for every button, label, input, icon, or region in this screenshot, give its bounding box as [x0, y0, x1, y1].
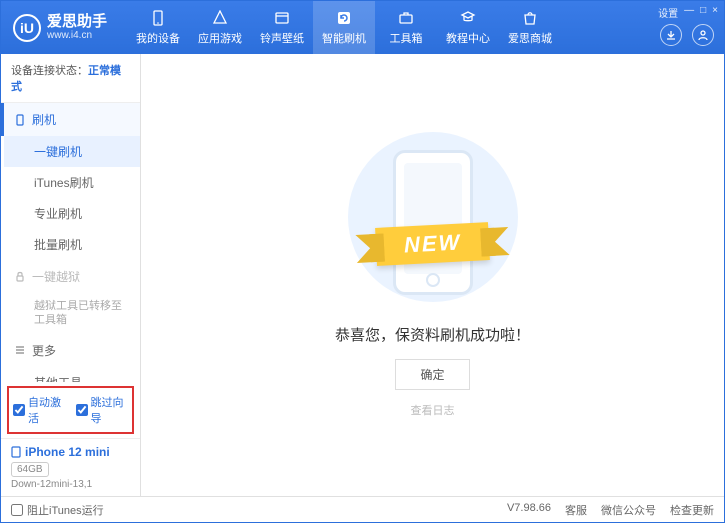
flash-icon	[335, 9, 353, 27]
section-more-title[interactable]: 更多	[4, 334, 140, 367]
section-jailbreak-title[interactable]: 一键越狱	[4, 260, 140, 293]
auto-activate-checkbox[interactable]	[13, 404, 25, 416]
maximize-button[interactable]: □	[700, 5, 706, 20]
view-log-link[interactable]: 查看日志	[411, 402, 455, 418]
footer: 阻止iTunes运行 V7.98.66 客服 微信公众号 检查更新	[1, 496, 724, 522]
nav-ringtone[interactable]: 铃声壁纸	[251, 1, 313, 54]
device-icon	[149, 9, 167, 27]
device-sub: Down-12mini-13,1	[11, 479, 130, 490]
device-name: iPhone 12 mini	[11, 445, 130, 459]
skip-guide-check[interactable]: 跳过向导	[76, 394, 129, 426]
skip-guide-label: 跳过向导	[91, 394, 129, 426]
menu-icon	[14, 344, 26, 356]
sidebar: 设备连接状态：正常模式 刷机 一键刷机 iTunes刷机 专业刷机 批量刷机	[1, 54, 141, 496]
sidebar-scroll: 刷机 一键刷机 iTunes刷机 专业刷机 批量刷机 一键越狱 越狱工具已转移至…	[1, 103, 140, 382]
update-link[interactable]: 检查更新	[670, 502, 714, 518]
device-name-text: iPhone 12 mini	[25, 445, 110, 459]
nav-apps[interactable]: 应用游戏	[189, 1, 251, 54]
window-controls: 设置 — □ ×	[658, 5, 718, 20]
section-more: 更多 其他工具 下载固件 高级功能	[1, 334, 140, 382]
connection-status: 设备连接状态：正常模式	[1, 54, 140, 103]
skip-guide-checkbox[interactable]	[76, 404, 88, 416]
sidebar-item-other[interactable]: 其他工具	[4, 367, 140, 382]
footer-right: V7.98.66 客服 微信公众号 检查更新	[507, 502, 714, 518]
nav-tutorial[interactable]: 教程中心	[437, 1, 499, 54]
tutorial-icon	[459, 9, 477, 27]
apps-icon	[211, 9, 229, 27]
version-text: V7.98.66	[507, 502, 551, 518]
auto-activate-label: 自动激活	[28, 394, 66, 426]
top-nav: 我的设备 应用游戏 铃声壁纸 智能刷机 工具箱 教程中心	[127, 1, 561, 54]
sidebar-item-itunes[interactable]: iTunes刷机	[4, 167, 140, 198]
brand-name: 爱思助手	[47, 14, 107, 31]
logo-icon: iU	[13, 14, 41, 42]
nav-my-device[interactable]: 我的设备	[127, 1, 189, 54]
minimize-button[interactable]: —	[684, 5, 694, 20]
sidebar-item-pro[interactable]: 专业刷机	[4, 198, 140, 229]
download-button[interactable]	[660, 24, 682, 46]
wechat-link[interactable]: 微信公众号	[601, 502, 656, 518]
success-illustration: NEW	[333, 132, 533, 302]
store-icon	[521, 9, 539, 27]
block-itunes-checkbox[interactable]	[11, 504, 23, 516]
block-itunes-check[interactable]: 阻止iTunes运行	[11, 502, 104, 518]
jailbreak-note: 越狱工具已转移至 工具箱	[4, 293, 140, 334]
conn-label: 设备连接状态：	[11, 65, 88, 77]
nav-store[interactable]: 爱思商城	[499, 1, 561, 54]
nav-label: 铃声壁纸	[260, 30, 304, 46]
section-flash-title[interactable]: 刷机	[1, 103, 140, 136]
storage-badge: 64GB	[11, 462, 49, 477]
toolbox-icon	[397, 9, 415, 27]
success-message: 恭喜您，保资料刷机成功啦！	[335, 324, 530, 345]
body: 设备连接状态：正常模式 刷机 一键刷机 iTunes刷机 专业刷机 批量刷机	[1, 54, 724, 496]
ringtone-icon	[273, 9, 291, 27]
section-label: 一键越狱	[32, 268, 80, 285]
nav-label: 爱思商城	[508, 30, 552, 46]
nav-label: 工具箱	[390, 30, 423, 46]
main-content: NEW 恭喜您，保资料刷机成功啦！ 确定 查看日志	[141, 54, 724, 496]
phone-small-icon	[11, 446, 21, 458]
ribbon-text: NEW	[375, 222, 490, 266]
section-label: 刷机	[32, 111, 56, 128]
phone-icon	[14, 114, 26, 126]
brand-url: www.i4.cn	[47, 30, 107, 41]
section-label: 更多	[32, 342, 56, 359]
user-button[interactable]	[692, 24, 714, 46]
nav-label: 应用游戏	[198, 30, 242, 46]
device-info[interactable]: iPhone 12 mini 64GB Down-12mini-13,1	[1, 438, 140, 496]
auto-activate-check[interactable]: 自动激活	[13, 394, 66, 426]
nav-label: 我的设备	[136, 30, 180, 46]
titlebar: iU 爱思助手 www.i4.cn 我的设备 应用游戏 铃声壁纸 智能刷机	[1, 1, 724, 54]
settings-button[interactable]: 设置	[658, 5, 678, 20]
option-checks: 自动激活 跳过向导	[7, 386, 134, 434]
close-button[interactable]: ×	[712, 5, 718, 20]
section-jailbreak: 一键越狱 越狱工具已转移至 工具箱	[1, 260, 140, 334]
brand: 爱思助手 www.i4.cn	[47, 14, 107, 42]
new-ribbon: NEW	[328, 222, 538, 266]
nav-label: 智能刷机	[322, 30, 366, 46]
block-itunes-label: 阻止iTunes运行	[27, 502, 104, 518]
sidebar-item-oneclick[interactable]: 一键刷机	[4, 136, 140, 167]
nav-label: 教程中心	[446, 30, 490, 46]
service-link[interactable]: 客服	[565, 502, 587, 518]
section-flash: 刷机 一键刷机 iTunes刷机 专业刷机 批量刷机	[1, 103, 140, 260]
sidebar-item-batch[interactable]: 批量刷机	[4, 229, 140, 260]
title-right-buttons	[660, 24, 714, 46]
lock-icon	[14, 271, 26, 283]
nav-toolbox[interactable]: 工具箱	[375, 1, 437, 54]
ok-button[interactable]: 确定	[395, 359, 469, 390]
nav-flash[interactable]: 智能刷机	[313, 1, 375, 54]
app-window: iU 爱思助手 www.i4.cn 我的设备 应用游戏 铃声壁纸 智能刷机	[0, 0, 725, 523]
